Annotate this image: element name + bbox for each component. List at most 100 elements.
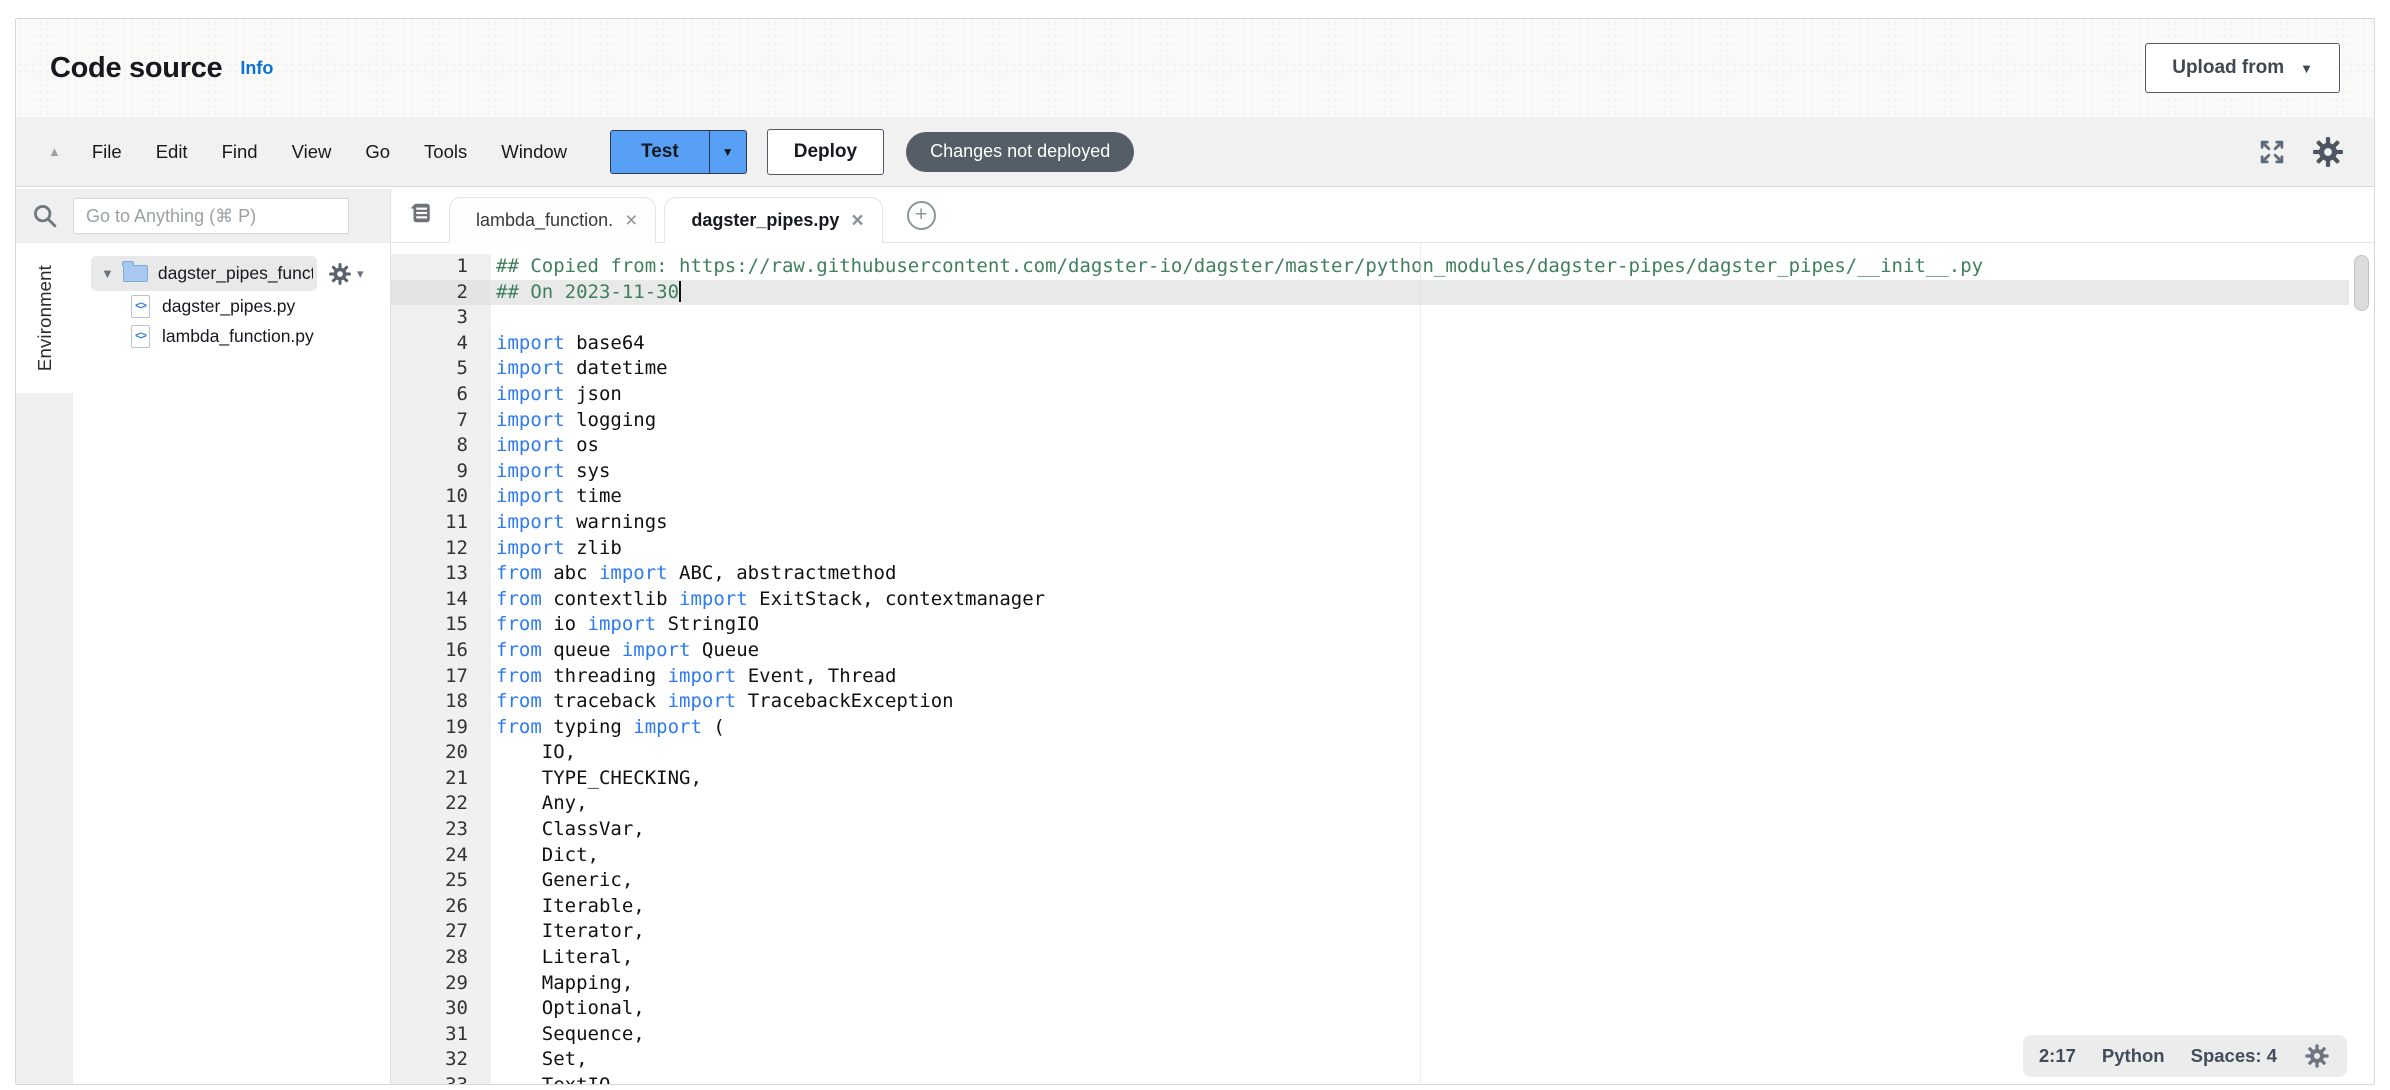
menubar: ▲ FileEditFindViewGoToolsWindow Test ▼ D…	[16, 117, 2374, 187]
code-text: import time	[491, 484, 2374, 510]
line-number[interactable]: 3	[391, 305, 491, 331]
menu-item-file[interactable]: File	[75, 141, 139, 163]
line-number[interactable]: 27	[391, 919, 491, 945]
line-number[interactable]: 22	[391, 791, 491, 817]
line-number[interactable]: 6	[391, 382, 491, 408]
line-number[interactable]: 28	[391, 945, 491, 971]
line-number[interactable]: 7	[391, 408, 491, 434]
code-line: 11import warnings	[391, 510, 2374, 536]
new-tab-plus-icon[interactable]: +	[907, 201, 936, 230]
code-text: from io import StringIO	[491, 612, 2374, 638]
code-line: 21 TYPE_CHECKING,	[391, 766, 2374, 792]
code-text: Dict,	[491, 843, 2374, 869]
upload-from-label: Upload from	[2172, 57, 2284, 79]
token: (	[702, 716, 725, 738]
token: import	[496, 434, 565, 456]
line-number[interactable]: 4	[391, 331, 491, 357]
environment-tab[interactable]: Environment	[16, 243, 73, 393]
line-number[interactable]: 17	[391, 664, 491, 690]
text-cursor	[679, 281, 681, 302]
close-tab-icon[interactable]: ×	[851, 210, 863, 231]
code-line: 22 Any,	[391, 791, 2374, 817]
tree-settings-gear-icon[interactable]: ▾	[327, 261, 364, 287]
line-number[interactable]: 26	[391, 894, 491, 920]
token: TextIO	[496, 1074, 610, 1084]
line-number[interactable]: 33	[391, 1073, 491, 1084]
line-number[interactable]: 10	[391, 484, 491, 510]
tree-file-row[interactable]: <>lambda_function.py	[131, 321, 390, 351]
token: traceback	[542, 690, 668, 712]
menu-item-view[interactable]: View	[275, 141, 349, 163]
code-text: ClassVar,	[491, 817, 2374, 843]
line-number[interactable]: 20	[391, 740, 491, 766]
file-label: dagster_pipes.py	[162, 296, 295, 317]
tree-folder-row[interactable]: ▼ dagster_pipes_funct	[91, 256, 317, 291]
indent-setting[interactable]: Spaces: 4	[2191, 1045, 2277, 1067]
code-line: 28 Literal,	[391, 945, 2374, 971]
line-number[interactable]: 9	[391, 459, 491, 485]
fullscreen-icon[interactable]	[2256, 136, 2288, 168]
collapse-panel-icon[interactable]: ▲	[48, 144, 61, 159]
line-number[interactable]: 23	[391, 817, 491, 843]
tree-file-row[interactable]: <>dagster_pipes.py	[131, 291, 390, 321]
language-mode[interactable]: Python	[2102, 1045, 2165, 1067]
editor-status-bar: 2:17 Python Spaces: 4	[2023, 1035, 2347, 1077]
menu-item-window[interactable]: Window	[484, 141, 584, 163]
deploy-button[interactable]: Deploy	[767, 129, 884, 175]
line-number[interactable]: 19	[391, 715, 491, 741]
tab-label: lambda_function.	[476, 210, 613, 231]
test-button[interactable]: Test	[610, 130, 709, 174]
tab-list-icon[interactable]	[407, 200, 433, 231]
token: from	[496, 665, 542, 687]
token: ABC, abstractmethod	[668, 562, 897, 584]
test-dropdown-button[interactable]: ▼	[709, 130, 747, 174]
token: datetime	[565, 357, 668, 379]
line-number[interactable]: 21	[391, 766, 491, 792]
menu-item-go[interactable]: Go	[348, 141, 407, 163]
line-number[interactable]: 32	[391, 1047, 491, 1073]
menu-item-tools[interactable]: Tools	[407, 141, 484, 163]
card-header: Code source Info Upload from ▼	[16, 19, 2374, 117]
line-number[interactable]: 11	[391, 510, 491, 536]
tab-lambda-function-[interactable]: lambda_function. ×	[449, 197, 656, 243]
tab-bar: lambda_function. × dagster_pipes.py × +	[391, 189, 2374, 243]
line-number[interactable]: 31	[391, 1022, 491, 1048]
goto-anything-input[interactable]	[73, 198, 349, 234]
menu-item-find[interactable]: Find	[205, 141, 275, 163]
line-number[interactable]: 13	[391, 561, 491, 587]
sidebar: Environment ▼ dagster_pipes_funct	[16, 189, 391, 1084]
line-number[interactable]: 18	[391, 689, 491, 715]
line-number[interactable]: 24	[391, 843, 491, 869]
menu-item-edit[interactable]: Edit	[139, 141, 205, 163]
cursor-position[interactable]: 2:17	[2039, 1045, 2076, 1067]
line-number[interactable]: 14	[391, 587, 491, 613]
line-number[interactable]: 15	[391, 612, 491, 638]
settings-gear-icon[interactable]	[2310, 134, 2346, 170]
code-line: 1## Copied from: https://raw.githubuserc…	[391, 254, 2374, 280]
tab-label: dagster_pipes.py	[691, 210, 839, 231]
line-number[interactable]: 29	[391, 971, 491, 997]
line-number[interactable]: 30	[391, 996, 491, 1022]
line-number[interactable]: 2	[391, 280, 491, 306]
token: import	[599, 562, 668, 584]
code-line: 18from traceback import TracebackExcepti…	[391, 689, 2374, 715]
upload-from-button[interactable]: Upload from ▼	[2145, 43, 2340, 93]
token: io	[542, 613, 588, 635]
line-number[interactable]: 25	[391, 868, 491, 894]
token: import	[496, 485, 565, 507]
code-editor[interactable]: 1## Copied from: https://raw.githubuserc…	[391, 243, 2374, 1084]
code-text: import os	[491, 433, 2374, 459]
line-number[interactable]: 8	[391, 433, 491, 459]
close-tab-icon[interactable]: ×	[625, 210, 637, 231]
line-number[interactable]: 1	[391, 254, 491, 280]
token: Optional,	[496, 997, 645, 1019]
line-number[interactable]: 16	[391, 638, 491, 664]
tab-dagster-pipes-py[interactable]: dagster_pipes.py ×	[664, 197, 882, 243]
vertical-scrollbar-thumb[interactable]	[2354, 255, 2369, 311]
folder-expand-caret-icon[interactable]: ▼	[101, 266, 114, 281]
line-number[interactable]: 12	[391, 536, 491, 562]
line-number[interactable]: 5	[391, 356, 491, 382]
editor-settings-gear-icon[interactable]	[2303, 1042, 2331, 1070]
token: from	[496, 588, 542, 610]
info-link[interactable]: Info	[240, 58, 273, 79]
